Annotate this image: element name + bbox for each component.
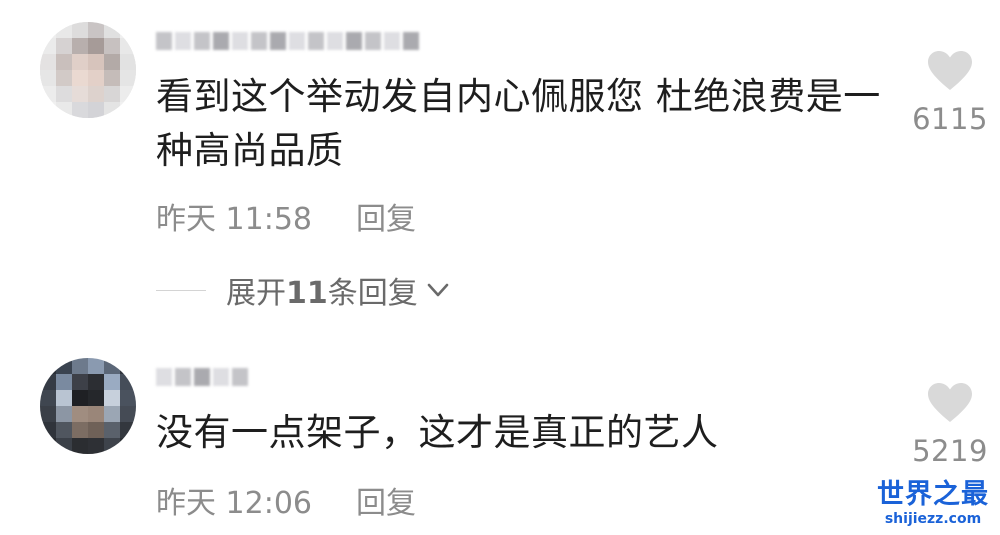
- comment-list: 看到这个举动发自内心佩服您 杜绝浪费是一种高尚品质 昨天 11:58 回复 展开…: [0, 0, 1000, 535]
- comment-text: 看到这个举动发自内心佩服您 杜绝浪费是一种高尚品质: [156, 75, 881, 172]
- reply-button[interactable]: 回复: [356, 478, 416, 522]
- username-blurred[interactable]: [156, 30, 419, 52]
- comment-time: 昨天 12:06: [156, 486, 312, 521]
- comment-item: 看到这个举动发自内心佩服您 杜绝浪费是一种高尚品质 昨天 11:58 回复 展开…: [0, 0, 1000, 330]
- watermark-title: 世界之最: [877, 479, 989, 510]
- expand-replies-label: 展开11条回复: [226, 276, 418, 311]
- watermark-logo: 世界之最 shijiezz.com: [872, 480, 994, 528]
- like-count: 6115: [912, 102, 988, 136]
- avatar[interactable]: [40, 22, 136, 118]
- reply-button[interactable]: 回复: [356, 194, 416, 238]
- comment-meta: 昨天 11:58 回复: [156, 194, 416, 238]
- expand-replies-button[interactable]: 展开11条回复: [156, 268, 452, 312]
- heart-icon: [928, 51, 972, 90]
- avatar[interactable]: [40, 358, 136, 454]
- comment-text: 没有一点架子，这才是真正的艺人: [156, 411, 719, 454]
- username-blurred[interactable]: [156, 366, 248, 388]
- heart-icon: [928, 383, 972, 422]
- comment-item: 没有一点架子，这才是真正的艺人 昨天 12:06 回复 5219: [0, 340, 1000, 535]
- divider-line: [156, 289, 206, 291]
- comment-time: 昨天 11:58: [156, 202, 312, 237]
- watermark-url: shijiezz.com: [884, 511, 982, 527]
- like-button[interactable]: 6115: [900, 50, 1000, 136]
- like-button[interactable]: 5219: [900, 382, 1000, 468]
- chevron-down-icon: [427, 283, 449, 297]
- like-count: 5219: [912, 434, 988, 468]
- comment-meta: 昨天 12:06 回复: [156, 478, 416, 522]
